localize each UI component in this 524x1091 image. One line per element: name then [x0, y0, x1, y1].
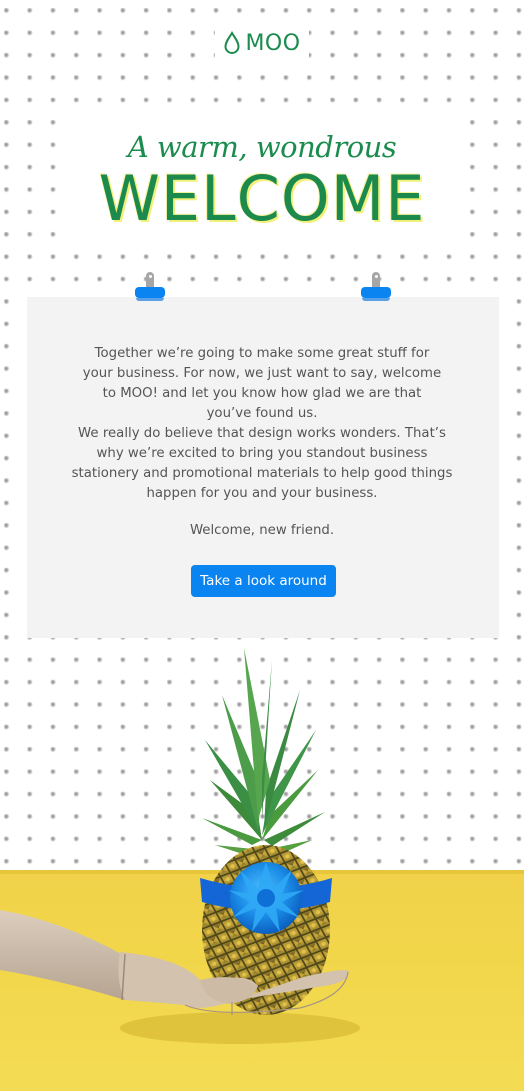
header-logo[interactable]: MOO	[0, 26, 524, 60]
binder-clip-icon	[135, 272, 165, 302]
pineapple-crown	[202, 648, 325, 858]
hand-shadow	[120, 1012, 360, 1044]
take-a-look-around-button[interactable]: Take a look around	[191, 565, 336, 597]
logo-wordmark: MOO	[245, 30, 301, 56]
hero-heading: A warm, wondrous WELCOME	[70, 118, 454, 254]
hero-title: WELCOME	[98, 162, 426, 235]
droplet-icon	[224, 31, 240, 54]
binder-clip-icon	[361, 272, 391, 302]
design-paragraph: We really do believe that design works w…	[71, 426, 453, 501]
hero-script-line: A warm, wondrous	[127, 130, 397, 164]
pineapple-gift-image[interactable]	[0, 640, 524, 1091]
intro-paragraph: Together we’re going to make some great …	[82, 346, 442, 421]
welcome-line: Welcome, new friend.	[189, 523, 335, 538]
